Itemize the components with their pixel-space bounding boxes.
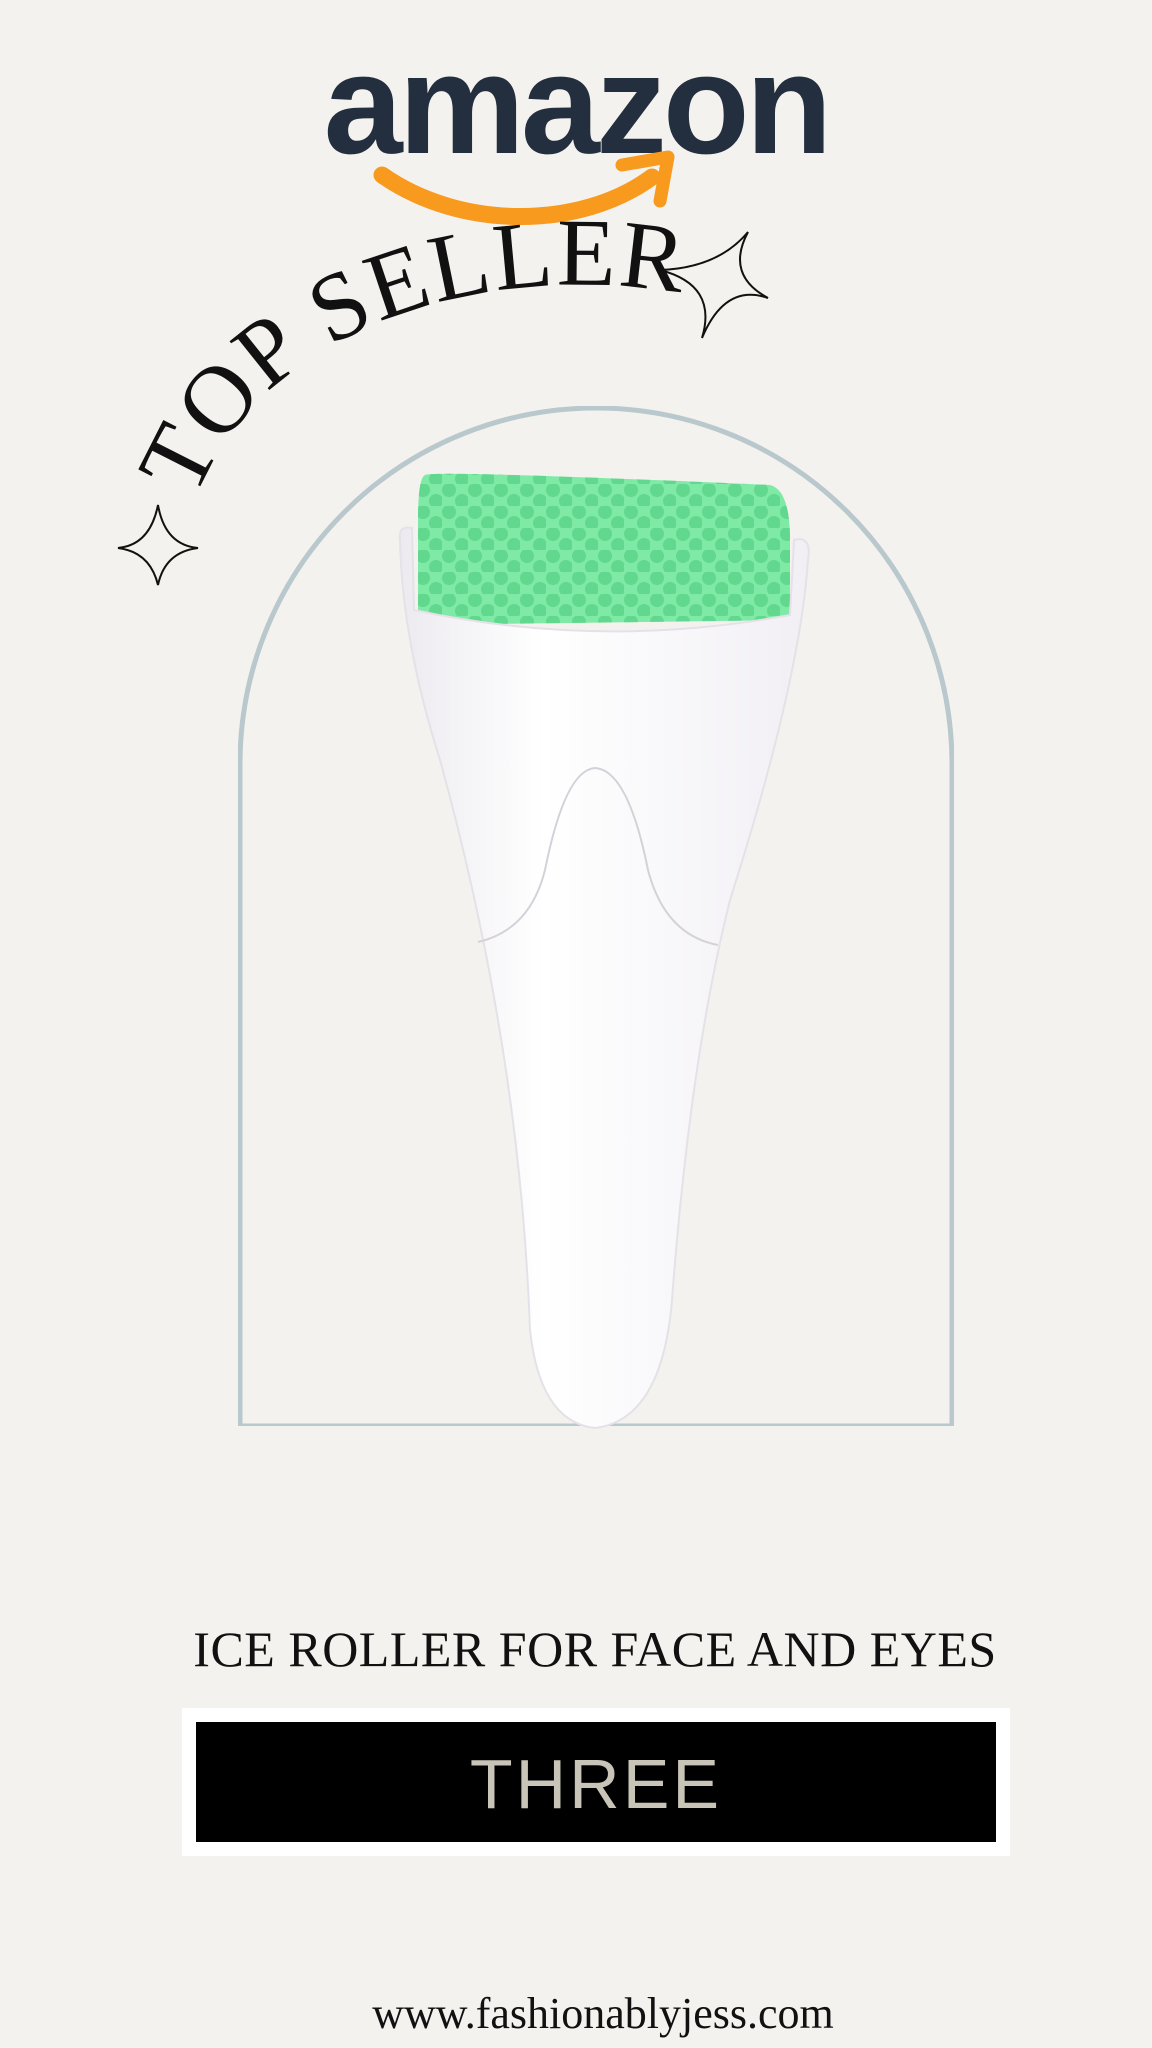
rank-badge-frame: THREE <box>182 1708 1010 1856</box>
ice-roller-image <box>398 473 810 1430</box>
product-title: ICE ROLLER FOR FACE AND EYES <box>193 1621 997 1677</box>
website-link[interactable]: www.fashionablyjess.com <box>0 1988 1152 2039</box>
page: amazon TOP SELLER ICE ROLLER FOR FACE AN… <box>0 0 1152 2048</box>
rank-badge: THREE <box>196 1722 996 1842</box>
